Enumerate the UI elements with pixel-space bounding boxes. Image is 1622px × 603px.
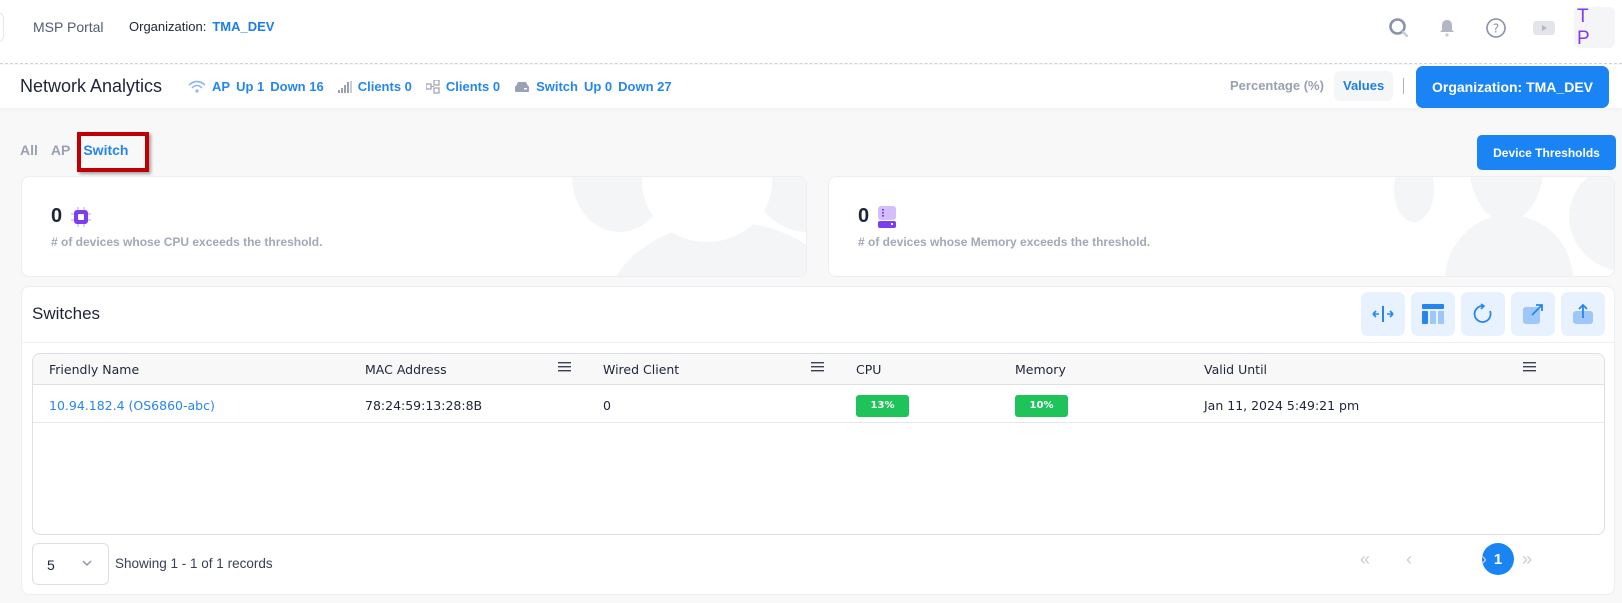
ap-stats[interactable]: AP Up 1 Down 16 xyxy=(188,79,330,94)
svg-text:?: ? xyxy=(1493,22,1499,36)
user-avatar[interactable]: T P xyxy=(1574,6,1615,49)
ap-label: AP xyxy=(212,79,231,94)
toolbar-divider xyxy=(1403,78,1404,94)
switch-down-count[interactable]: Down 27 xyxy=(618,79,671,94)
page-size-select[interactable]: 5 xyxy=(32,543,109,585)
column-header-friendly-name[interactable]: Friendly Name xyxy=(49,362,139,377)
network-stats: AP Up 1 Down 16 Clients 0 Clients 0 Swit… xyxy=(188,79,686,94)
device-type-tabs: All AP Switch xyxy=(20,142,141,158)
cpu-exceed-description: # of devices whose CPU exceeds the thres… xyxy=(51,235,323,249)
card-decoration xyxy=(1569,177,1614,272)
signal-bars-icon xyxy=(337,80,352,93)
switch-label: Switch xyxy=(536,79,578,94)
ap-up-count[interactable]: Up 1 xyxy=(236,79,264,94)
sidebar-toggle[interactable] xyxy=(0,12,4,42)
column-header-mac-address[interactable]: MAC Address xyxy=(365,362,447,377)
tab-all[interactable]: All xyxy=(20,142,38,158)
cpu-usage-badge: 13% xyxy=(856,395,909,417)
portal-brand[interactable]: MSP Portal xyxy=(33,19,104,35)
view-values-toggle[interactable]: Values xyxy=(1334,71,1394,101)
open-external-button[interactable] xyxy=(1511,292,1555,336)
column-header-wired-client[interactable]: Wired Client xyxy=(603,362,679,377)
memory-exceed-value: 0 xyxy=(858,205,870,227)
help-icon[interactable]: ? xyxy=(1482,14,1510,42)
view-percentage-toggle[interactable]: Percentage (%) xyxy=(1221,71,1333,101)
column-header-cpu[interactable]: CPU xyxy=(856,362,881,377)
bell-icon[interactable] xyxy=(1433,14,1461,42)
last-page-button[interactable]: » xyxy=(1512,544,1542,574)
organization-value[interactable]: TMA_DEV xyxy=(212,19,274,34)
column-header-memory[interactable]: Memory xyxy=(1015,362,1066,377)
records-info: Showing 1 - 1 of 1 records xyxy=(115,556,273,571)
organization-label: Organization: xyxy=(129,19,207,34)
organization-indicator: Organization: TMA_DEV xyxy=(129,19,274,34)
card-decoration xyxy=(1394,177,1434,222)
wifi-icon xyxy=(188,80,206,93)
switches-panel: Switches Friendly Name MAC Address Wired… xyxy=(21,286,1615,595)
memory-exceed-description: # of devices whose Memory exceeds the th… xyxy=(858,235,1151,249)
switch-friendly-name-link[interactable]: 10.94.182.4 (OS6860-abc) xyxy=(49,398,215,413)
export-button[interactable] xyxy=(1561,292,1605,336)
switch-up-count[interactable]: Up 0 xyxy=(584,79,612,94)
tab-ap[interactable]: AP xyxy=(51,142,70,158)
switch-mac-address: 78:24:59:13:28:8B xyxy=(365,398,483,413)
column-menu-icon[interactable] xyxy=(1523,360,1536,373)
wired-clients-count: Clients 0 xyxy=(445,79,501,94)
memory-drive-icon xyxy=(878,205,897,228)
video-icon[interactable] xyxy=(1530,14,1558,42)
ap-down-count[interactable]: Down 16 xyxy=(270,79,323,94)
cpu-chip-icon xyxy=(71,206,92,227)
switches-table: Friendly Name MAC Address Wired Client C… xyxy=(32,353,1605,535)
organization-select-button[interactable]: Organization: TMA_DEV xyxy=(1416,66,1609,108)
cpu-exceed-value: 0 xyxy=(51,205,63,227)
wired-clients-stats[interactable]: Clients 0 xyxy=(425,79,506,94)
device-thresholds-button[interactable]: Device Thresholds xyxy=(1477,135,1616,170)
card-decoration xyxy=(1445,215,1573,276)
cpu-threshold-card: 0 # of devices whose CPU exceeds the thr… xyxy=(21,176,807,277)
tab-switch[interactable]: Switch xyxy=(83,142,128,158)
next-page-button[interactable]: › xyxy=(1469,544,1499,574)
external-link-icon xyxy=(1522,303,1544,325)
column-menu-icon[interactable] xyxy=(558,360,571,373)
column-header-valid-until[interactable]: Valid Until xyxy=(1204,362,1267,377)
search-icon[interactable] xyxy=(1385,14,1413,42)
switch-device-icon xyxy=(514,81,530,93)
top-navbar: MSP Portal Organization: TMA_DEV ? T P xyxy=(0,0,1622,64)
network-topology-icon xyxy=(425,79,440,94)
switch-stats[interactable]: Switch Up 0 Down 27 xyxy=(514,79,678,94)
memory-exceed-count: 0 xyxy=(858,205,897,228)
refresh-button[interactable] xyxy=(1461,292,1505,336)
column-layout-button[interactable] xyxy=(1411,292,1455,336)
switch-valid-until: Jan 11, 2024 5:49:21 pm xyxy=(1204,398,1360,413)
table-header: Friendly Name MAC Address Wired Client C… xyxy=(33,354,1604,385)
switches-panel-title: Switches xyxy=(32,304,101,323)
wireless-clients-count: Clients 0 xyxy=(357,79,412,94)
memory-threshold-card: 0 # of devices whose Memory exceeds the … xyxy=(828,176,1615,277)
column-resize-button[interactable] xyxy=(1361,292,1405,336)
first-page-button[interactable]: « xyxy=(1350,544,1380,574)
column-layout-icon xyxy=(1422,304,1444,324)
wireless-clients-stats[interactable]: Clients 0 xyxy=(337,79,418,94)
switch-wired-client-count: 0 xyxy=(603,398,611,413)
previous-page-button[interactable]: ‹ xyxy=(1394,544,1424,574)
column-menu-icon[interactable] xyxy=(811,360,824,373)
analytics-header: Network Analytics AP Up 1 Down 16 Client… xyxy=(0,65,1622,108)
column-resize-icon xyxy=(1370,304,1396,324)
page-size-value: 5 xyxy=(47,557,55,573)
table-row: 10.94.182.4 (OS6860-abc) 78:24:59:13:28:… xyxy=(33,386,1604,423)
switches-panel-header: Switches xyxy=(22,287,1614,343)
refresh-icon xyxy=(1472,303,1494,325)
memory-usage-badge: 10% xyxy=(1015,395,1068,417)
export-icon xyxy=(1572,303,1594,325)
page-title: Network Analytics xyxy=(20,76,163,96)
chevron-down-icon xyxy=(81,557,93,569)
cpu-exceed-count: 0 xyxy=(51,205,92,228)
